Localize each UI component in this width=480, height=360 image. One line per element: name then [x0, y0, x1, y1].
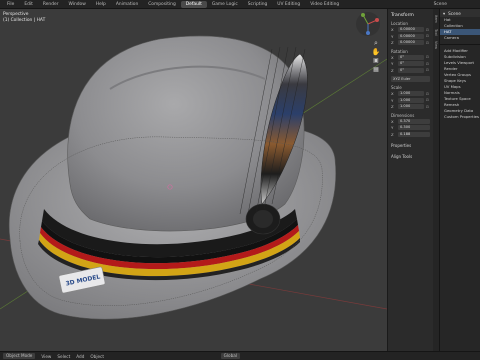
scale-z-row: Z 1.000 ⊡	[391, 104, 430, 110]
rotation-y-row: Y 0° ⊡	[391, 61, 430, 67]
rotation-mode-dropdown[interactable]: XYZ Euler	[391, 76, 430, 82]
dimensions-y-field[interactable]: 0.300	[398, 125, 430, 131]
tab-game-logic[interactable]: Game Logic	[207, 1, 243, 8]
viewport-collection-label: (1) Collection | HAT	[3, 18, 46, 23]
rotation-y-field[interactable]: 0°	[398, 61, 424, 67]
rotation-z-field[interactable]: 0°	[398, 67, 424, 73]
lock-icon[interactable]: ⊡	[426, 28, 430, 32]
rotation-x-row: X 0° ⊡	[391, 54, 430, 60]
outliner-title: Scene	[448, 10, 461, 16]
tab-compositing[interactable]: Compositing	[143, 1, 181, 8]
lock-icon[interactable]: ⊡	[426, 34, 430, 38]
camera-icon[interactable]: ▣	[370, 57, 382, 66]
rotation-z-row: Z 0° ⊡	[391, 67, 430, 73]
lock-icon[interactable]: ⊡	[426, 55, 430, 59]
scene-icon: ▾	[443, 10, 446, 16]
tab-edit[interactable]: Edit	[19, 1, 38, 8]
sidebar-n-panel: Transform Location X 0.00000 ⊡ Y 0.00000 ⊡ Z…	[387, 9, 433, 351]
menu-add[interactable]: Add	[76, 354, 84, 359]
location-x-field[interactable]: 0.00000	[398, 27, 424, 33]
scene-render	[0, 35, 387, 320]
scale-x-field[interactable]: 1.000	[398, 91, 424, 97]
dimensions-z-row: Z 0.188	[391, 131, 430, 138]
viewport-header-bar: Object Mode View Select Add Object Globa…	[0, 351, 480, 360]
dimensions-label: Dimensions	[391, 112, 415, 118]
tab-help[interactable]: Help	[91, 1, 111, 8]
dimensions-x-row: X 0.370	[391, 118, 430, 125]
menu-view[interactable]: View	[41, 354, 51, 359]
menu-select[interactable]: Select	[57, 354, 70, 359]
lock-icon[interactable]: ⊡	[426, 92, 430, 96]
tab-video-editing[interactable]: Video Editing	[305, 1, 344, 8]
align-tools-section-header[interactable]: Align Tools	[391, 154, 430, 159]
sidebar-tab-view[interactable]: View	[434, 41, 438, 49]
location-label: Location	[391, 21, 408, 26]
workspace-tabs-bar: File Edit Render Window Help Animation C…	[0, 0, 480, 9]
tab-file[interactable]: File	[2, 1, 19, 8]
dimensions-y-row: Y 0.300	[391, 125, 430, 131]
tab-uv-editing[interactable]: UV Editing	[272, 1, 305, 8]
divider	[440, 44, 480, 45]
lock-icon[interactable]: ⊡	[426, 41, 430, 45]
scale-z-field[interactable]: 1.000	[398, 104, 424, 110]
outliner-properties-panel: ▾ Scene Hat Collection HAT Camera Add Mo…	[439, 9, 480, 351]
viewport-view-label: Perspective	[3, 12, 29, 17]
scale-x-row: X 1.000 ⊡	[391, 91, 430, 97]
scene-selector[interactable]: Scene	[429, 1, 452, 8]
sidebar-tab-tool[interactable]: Tool	[434, 29, 438, 36]
viewport-nav-tools: ⌕ ✋ ▣ ▦	[370, 39, 382, 75]
transform-orientation-dropdown[interactable]: Global	[220, 353, 240, 359]
tab-animation[interactable]: Animation	[111, 1, 143, 8]
location-z-field[interactable]: 0.00000	[398, 40, 424, 46]
tab-window[interactable]: Window	[64, 1, 91, 8]
lock-icon[interactable]: ⊡	[426, 62, 430, 66]
dimensions-z-field[interactable]: 0.188	[398, 131, 430, 137]
prop-row[interactable]: Custom Properties	[440, 114, 480, 120]
properties-section-header[interactable]: Properties	[391, 143, 430, 148]
3d-viewport[interactable]: 3D MODEL Perspective (1) Collection | HA…	[0, 9, 387, 351]
location-y-field[interactable]: 0.00000	[398, 33, 424, 39]
menu-object[interactable]: Object	[90, 354, 104, 359]
lock-icon[interactable]: ⊡	[426, 68, 430, 72]
rotation-label: Rotation	[391, 48, 408, 54]
outliner-row[interactable]: Camera	[440, 35, 480, 41]
scale-label: Scale	[391, 85, 402, 90]
location-z-row: Z 0.00000 ⊡	[391, 40, 430, 46]
zoom-icon[interactable]: ⌕	[370, 39, 382, 48]
tab-scripting[interactable]: Scripting	[243, 1, 273, 8]
scale-y-field[interactable]: 1.000	[398, 97, 424, 103]
pan-icon[interactable]: ✋	[370, 48, 382, 57]
location-x-row: X 0.00000 ⊡	[391, 27, 430, 33]
outliner-header: ▾ Scene	[440, 9, 480, 17]
transform-heading[interactable]: Transform	[391, 13, 430, 18]
lock-icon[interactable]: ⊡	[426, 98, 430, 102]
tab-default[interactable]: Default	[180, 0, 207, 8]
lock-icon[interactable]: ⊡	[426, 105, 430, 109]
dimensions-x-field[interactable]: 0.370	[398, 118, 430, 124]
scale-y-row: Y 1.000 ⊡	[391, 97, 430, 103]
band-knot-center	[253, 210, 273, 228]
location-y-row: Y 0.00000 ⊡	[391, 33, 430, 39]
object-mode-dropdown[interactable]: Object Mode	[3, 353, 36, 359]
tab-render[interactable]: Render	[38, 1, 64, 8]
navigation-gizmo[interactable]	[355, 11, 381, 37]
sidebar-tab-item[interactable]: Item	[434, 15, 438, 23]
grid-icon[interactable]: ▦	[370, 66, 382, 75]
rotation-x-field[interactable]: 0°	[398, 54, 424, 60]
